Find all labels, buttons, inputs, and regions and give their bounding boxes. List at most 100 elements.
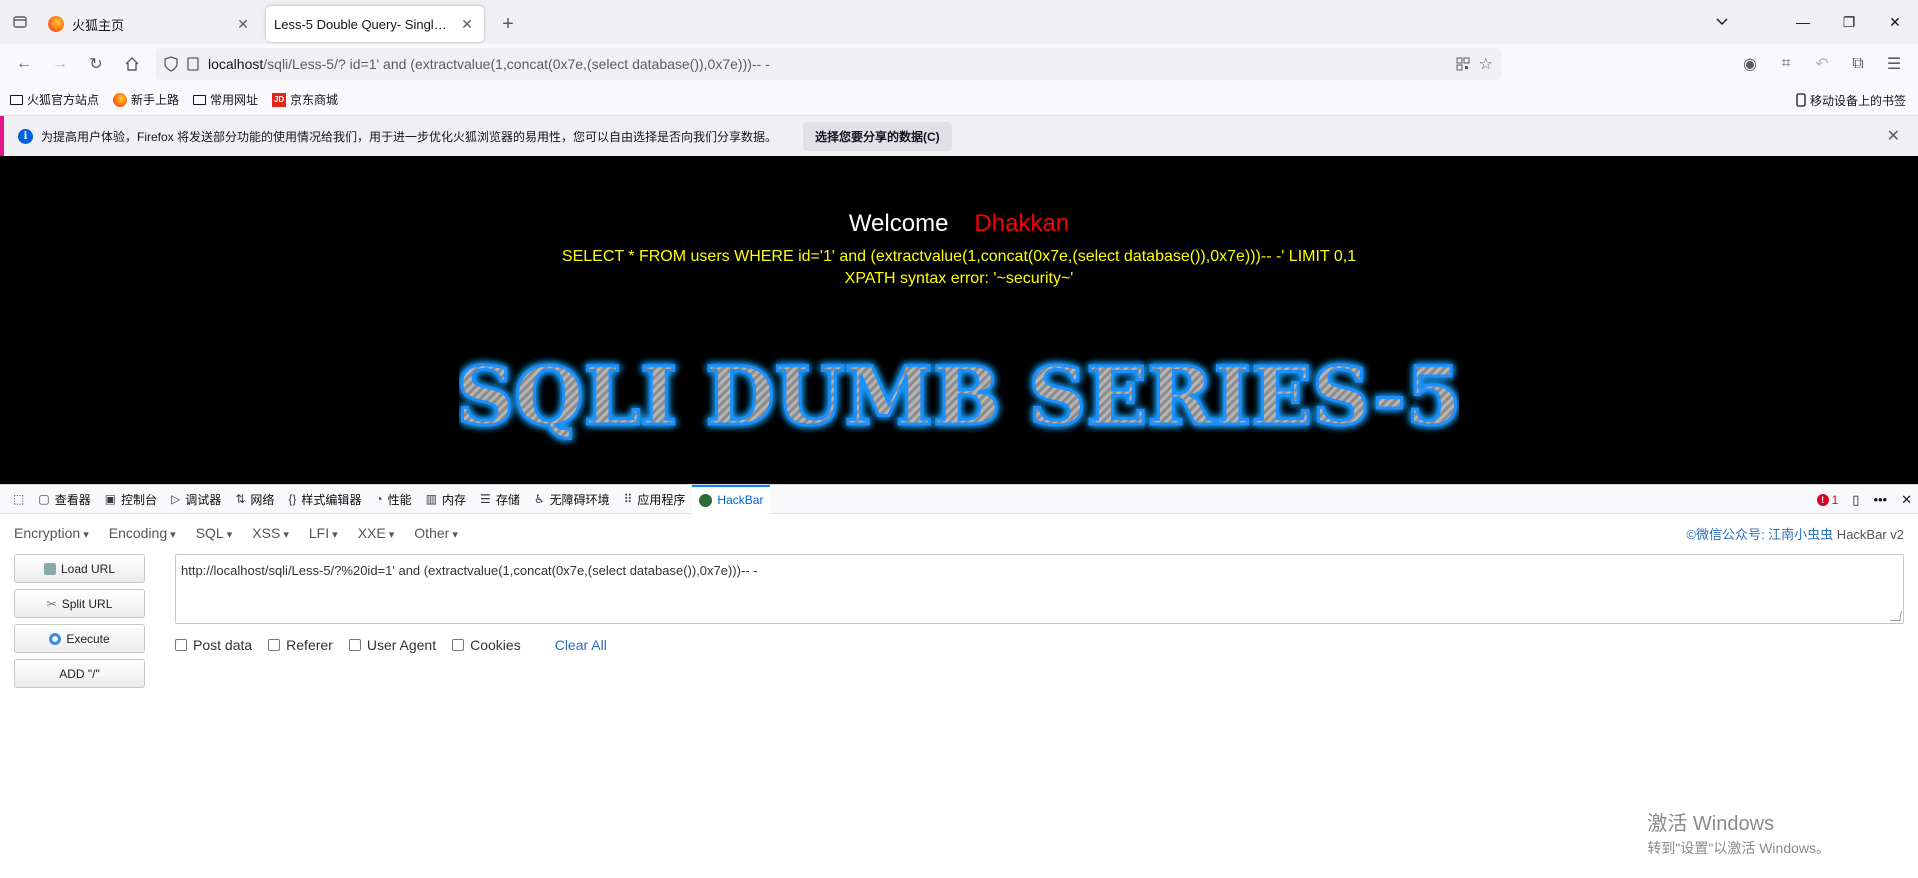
tab-firefox-home[interactable]: 火狐主页 ✕ bbox=[40, 6, 260, 42]
firefox-view-button[interactable] bbox=[0, 0, 40, 44]
error-count-text: 1 bbox=[1831, 492, 1839, 507]
resize-grip-icon[interactable] bbox=[1890, 611, 1902, 621]
close-notification-icon[interactable]: ✕ bbox=[1887, 126, 1900, 146]
pick-element-icon: ⬚ bbox=[13, 492, 25, 506]
load-url-button[interactable]: Load URL bbox=[14, 554, 145, 583]
add-slash-button[interactable]: ADD "/" bbox=[14, 659, 145, 688]
devtools-tab-label: HackBar bbox=[717, 493, 764, 507]
menu-xss[interactable]: XSS bbox=[252, 525, 289, 541]
user-agent-checkbox[interactable]: User Agent bbox=[348, 637, 437, 653]
dock-side-icon[interactable]: ▯ bbox=[1852, 492, 1859, 508]
split-url-button[interactable]: ✂ Split URL bbox=[14, 589, 145, 618]
button-label: Load URL bbox=[60, 561, 116, 576]
performance-icon: ◔ bbox=[375, 492, 383, 506]
menu-icon[interactable]: ☰ bbox=[1878, 48, 1910, 80]
back-icon[interactable]: ← bbox=[8, 48, 40, 80]
referer-checkbox[interactable]: Referer bbox=[268, 637, 333, 653]
menu-lfi[interactable]: LFI bbox=[309, 525, 338, 541]
firefox-icon bbox=[48, 16, 64, 32]
close-tab-icon[interactable]: ✕ bbox=[458, 16, 476, 33]
url-path: /sqli/Less-5/? id=1' and (extractvalue(1… bbox=[263, 56, 770, 72]
menu-other[interactable]: Other bbox=[414, 525, 458, 541]
devtools-tab-label: 应用程序 bbox=[637, 492, 686, 507]
undo-icon[interactable]: ↶ bbox=[1806, 48, 1838, 80]
checkbox-label: Post data bbox=[193, 637, 253, 653]
debugger-icon: ▷ bbox=[171, 492, 181, 506]
forward-icon[interactable]: → bbox=[44, 48, 76, 80]
post-data-checkbox[interactable]: Post data bbox=[175, 637, 252, 653]
menu-encryption[interactable]: Encryption bbox=[14, 525, 89, 541]
close-window-icon[interactable]: ✕ bbox=[1872, 0, 1918, 44]
hackbar-options: Post data Referer User Agent Cookies Cle… bbox=[175, 637, 607, 653]
bookmark-item[interactable]: JD 京东商城 bbox=[272, 91, 338, 108]
bookmark-item[interactable]: 火狐官方站点 bbox=[10, 91, 99, 108]
info-icon: i bbox=[18, 128, 33, 144]
tab-performance[interactable]: ◔ 性能 bbox=[368, 485, 418, 514]
devtools-tab-label: 控制台 bbox=[121, 492, 158, 507]
devtools-tab-label: 无障碍环境 bbox=[549, 492, 610, 507]
tab-style-editor[interactable]: {} 样式编辑器 bbox=[281, 485, 368, 514]
new-tab-button[interactable]: + bbox=[490, 6, 526, 42]
restore-icon[interactable]: ❐ bbox=[1826, 0, 1872, 44]
tab-memory[interactable]: ▥ 内存 bbox=[419, 485, 473, 514]
cookies-checkbox[interactable]: Cookies bbox=[452, 637, 521, 653]
bookmark-star-icon[interactable]: ☆ bbox=[1479, 54, 1493, 74]
checkbox-icon bbox=[452, 639, 465, 651]
mobile-bookmarks[interactable]: 移动设备上的书签 bbox=[1796, 84, 1906, 116]
welcome-text: Welcome bbox=[848, 210, 949, 237]
tab-application[interactable]: ⠿ 应用程序 bbox=[617, 485, 693, 514]
reload-icon[interactable]: ↻ bbox=[80, 48, 112, 80]
devtools-tab-label: 查看器 bbox=[54, 492, 91, 507]
tracking-protection-icon[interactable] bbox=[164, 56, 178, 72]
element-picker-button[interactable]: ⬚ bbox=[6, 485, 31, 514]
tab-inspector[interactable]: ▢ 查看器 bbox=[31, 485, 97, 514]
page-content: Welcome Dhakkan SELECT * FROM users WHERE… bbox=[0, 156, 1918, 484]
choose-data-button[interactable]: 选择您要分享的数据(C) bbox=[803, 121, 952, 151]
tab-network[interactable]: ⇅ 网络 bbox=[228, 485, 281, 514]
menu-xxe[interactable]: XXE bbox=[358, 525, 395, 541]
tab-accessibility[interactable]: ♿ 无障碍环境 bbox=[527, 485, 617, 514]
tab-console[interactable]: ▣ 控制台 bbox=[98, 485, 164, 514]
devtools-tab-label: 调试器 bbox=[185, 492, 222, 507]
list-all-tabs-icon[interactable] bbox=[1704, 0, 1740, 44]
screenshot-icon[interactable]: ⌗ bbox=[1770, 48, 1802, 80]
qr-code-icon[interactable] bbox=[1455, 56, 1471, 72]
tab-debugger[interactable]: ▷ 调试器 bbox=[164, 485, 228, 514]
url-text[interactable]: localhost/sqli/Less-5/? id=1' and (extra… bbox=[208, 56, 1447, 72]
memory-icon: ▥ bbox=[425, 492, 438, 506]
clear-all-link[interactable]: Clear All bbox=[555, 637, 607, 653]
tab-hackbar[interactable]: HackBar bbox=[692, 484, 771, 514]
tab-storage[interactable]: ☰ 存储 bbox=[473, 485, 527, 514]
devtools-toolbar: ⬚ ▢ 查看器 ▣ 控制台 ▷ 调试器 ⇅ 网络 {} 样式编辑器 ◔ 性能 ▥ 内存 ☰ 存储… bbox=[0, 484, 1918, 514]
hackbar-menu: Encryption Encoding SQL XSS LFI XXE Othe… bbox=[0, 514, 1918, 552]
home-icon[interactable] bbox=[116, 48, 148, 80]
execute-button[interactable]: Execute bbox=[14, 624, 145, 653]
close-tab-icon[interactable]: ✕ bbox=[234, 16, 252, 33]
menu-sql[interactable]: SQL bbox=[196, 525, 233, 541]
button-label: Split URL bbox=[61, 596, 113, 611]
bookmark-item[interactable]: 新手上路 bbox=[113, 91, 179, 108]
banner-text: SQLI DUMB SERIES-5 bbox=[459, 349, 1459, 443]
inspector-icon: ▢ bbox=[38, 492, 50, 506]
minimize-icon[interactable]: — bbox=[1780, 0, 1826, 44]
url-textarea[interactable]: http://localhost/sqli/Less-5/?%20id=1' a… bbox=[175, 554, 1904, 624]
tab-title: Less-5 Double Query- Single Quotes- Stri… bbox=[274, 16, 450, 32]
page-info-icon[interactable] bbox=[186, 56, 200, 72]
tab-less-5[interactable]: Less-5 Double Query- Single Quotes- Stri… bbox=[266, 6, 484, 42]
extensions-icon[interactable]: ⧉ bbox=[1842, 48, 1874, 80]
more-options-icon[interactable]: ••• bbox=[1873, 492, 1887, 507]
close-devtools-icon[interactable]: ✕ bbox=[1901, 492, 1912, 508]
watermark-line-2: 转到"设置"以激活 Windows。 bbox=[1647, 840, 1830, 856]
bookmark-item[interactable]: 常用网址 bbox=[193, 91, 258, 108]
account-icon[interactable]: ◉ bbox=[1734, 48, 1766, 80]
navigation-bar: ← → ↻ localhost/sqli/Less-5/? id=1' and … bbox=[0, 44, 1918, 84]
dhakkan-text: Dhakkan bbox=[974, 210, 1070, 237]
checkbox-label: User Agent bbox=[366, 637, 437, 653]
menu-encoding[interactable]: Encoding bbox=[109, 525, 176, 541]
welcome-line: Welcome Dhakkan bbox=[0, 210, 1918, 238]
application-icon: ⠿ bbox=[623, 492, 633, 506]
error-count[interactable]: ! 1 bbox=[1816, 492, 1839, 507]
toolbar-right: ◉ ⌗ ↶ ⧉ ☰ bbox=[1734, 48, 1910, 80]
address-bar[interactable]: localhost/sqli/Less-5/? id=1' and (extra… bbox=[156, 48, 1501, 80]
mobile-device-icon bbox=[1796, 93, 1806, 107]
